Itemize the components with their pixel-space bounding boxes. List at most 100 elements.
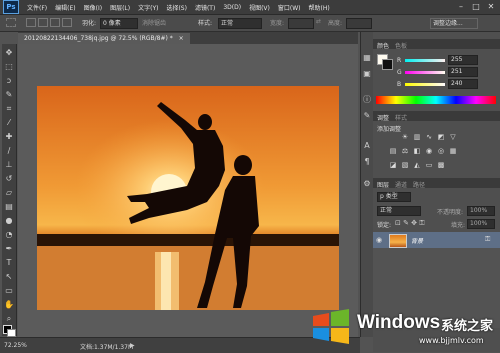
tab-paths[interactable]: 路径 xyxy=(413,180,425,189)
healing-icon[interactable]: ✚ xyxy=(4,132,14,141)
photoshop-logo: Ps xyxy=(3,0,19,14)
paragraph-panel-icon[interactable]: ¶ xyxy=(363,158,371,166)
layer-row-background[interactable]: ◉ 背景 ⚿ xyxy=(373,232,500,248)
properties-panel-icon[interactable]: ▣ xyxy=(363,70,371,78)
new-selection-icon[interactable] xyxy=(26,18,36,27)
watermark-brand: Windows xyxy=(357,312,441,333)
gradient-map-icon[interactable]: ▭ xyxy=(425,162,433,169)
feather-input[interactable]: 0 像素 xyxy=(100,18,138,29)
red-slider[interactable] xyxy=(405,59,445,62)
intersect-selection-icon[interactable] xyxy=(62,18,72,27)
dodge-icon[interactable]: ◔ xyxy=(4,230,14,239)
menu-window[interactable]: 窗口(W) xyxy=(278,3,301,12)
curves-icon[interactable]: ∿ xyxy=(425,134,433,141)
blue-slider[interactable] xyxy=(405,83,445,86)
pen-icon[interactable]: ✒ xyxy=(4,244,14,253)
swap-icon[interactable]: ⇄ xyxy=(316,18,321,25)
tab-adjustments[interactable]: 调整 xyxy=(377,113,389,122)
blue-value[interactable]: 240 xyxy=(448,79,478,89)
exposure-icon[interactable]: ◩ xyxy=(437,134,445,141)
menu-image[interactable]: 图像(I) xyxy=(84,3,102,12)
selective-color-icon[interactable]: ▩ xyxy=(437,162,445,169)
zoom-icon[interactable]: ⌕ xyxy=(4,314,14,323)
eraser-icon[interactable]: ▱ xyxy=(4,188,14,197)
tab-close-icon[interactable]: × xyxy=(179,35,184,42)
menu-edit[interactable]: 编辑(E) xyxy=(55,3,75,12)
menu-view[interactable]: 视图(V) xyxy=(249,3,270,12)
hand-icon[interactable]: ✋ xyxy=(4,300,14,309)
tab-swatches[interactable]: 色板 xyxy=(395,41,407,50)
photo-filter-icon[interactable]: ◉ xyxy=(425,148,433,155)
blur-icon[interactable]: ● xyxy=(4,216,14,225)
marquee-icon[interactable]: ⬚ xyxy=(4,62,14,71)
blend-mode-select[interactable]: 正常 xyxy=(377,206,421,216)
shape-icon[interactable]: ▭ xyxy=(4,286,14,295)
maximize-button[interactable]: □ xyxy=(469,1,483,12)
vibrance-icon[interactable]: ▽ xyxy=(449,134,457,141)
menu-type[interactable]: 文字(Y) xyxy=(138,3,158,12)
color-lookup-icon[interactable]: ▦ xyxy=(449,148,457,155)
red-value[interactable]: 255 xyxy=(448,55,478,65)
refine-edge-button[interactable]: 调整边缘... xyxy=(430,18,478,29)
layer-lock-icon: ⚿ xyxy=(485,235,491,243)
marquee-preset-icon[interactable] xyxy=(6,18,16,27)
channel-mixer-icon[interactable]: ◎ xyxy=(437,148,445,155)
posterize-icon[interactable]: ▧ xyxy=(401,162,409,169)
lock-icon[interactable]: ⊡ ✎ ✥ ⚿ xyxy=(395,219,425,228)
brush-icon[interactable]: ∕ xyxy=(4,146,14,155)
menu-file[interactable]: 文件(F) xyxy=(27,3,47,12)
threshold-icon[interactable]: ◭ xyxy=(413,162,421,169)
menu-layer[interactable]: 图层(L) xyxy=(110,3,130,12)
opacity-input[interactable]: 100% xyxy=(467,206,495,216)
crop-icon[interactable]: ⌗ xyxy=(4,104,14,113)
gradient-icon[interactable]: ▤ xyxy=(4,202,14,211)
text-icon[interactable]: T xyxy=(4,258,14,267)
menu-help[interactable]: 帮助(H) xyxy=(309,3,330,12)
stamp-icon[interactable]: ⊥ xyxy=(4,160,14,169)
green-slider[interactable] xyxy=(405,71,445,74)
black-white-icon[interactable]: ◧ xyxy=(413,148,421,155)
menu-filter[interactable]: 滤镜(T) xyxy=(195,3,215,12)
fill-input[interactable]: 100% xyxy=(467,219,495,229)
background-color-swatch[interactable] xyxy=(7,329,16,337)
tool-presets-icon[interactable]: ⚙ xyxy=(363,180,371,188)
menu-select[interactable]: 选择(S) xyxy=(166,3,187,12)
antialias-checkbox[interactable]: 消除锯齿 xyxy=(142,18,166,27)
brightness-icon[interactable]: ☀ xyxy=(401,134,409,141)
document-image[interactable] xyxy=(37,86,339,310)
tab-styles[interactable]: 样式 xyxy=(395,113,407,122)
tab-color[interactable]: 颜色 xyxy=(377,41,389,50)
info-panel-icon[interactable]: ⓘ xyxy=(363,96,371,104)
minimize-button[interactable]: – xyxy=(454,1,468,12)
layer-filter-select[interactable]: p 类型 xyxy=(377,192,411,202)
style-select[interactable]: 正常 xyxy=(218,18,262,29)
tab-channels[interactable]: 通道 xyxy=(395,180,407,189)
eyedropper-icon[interactable]: ⁄ xyxy=(4,118,14,127)
character-panel-icon[interactable]: A xyxy=(363,142,371,150)
invert-icon[interactable]: ◪ xyxy=(389,162,397,169)
quick-select-icon[interactable]: ✎ xyxy=(4,90,14,99)
move-icon[interactable]: ✥ xyxy=(4,48,14,57)
height-input[interactable] xyxy=(346,18,372,29)
green-value[interactable]: 251 xyxy=(448,67,478,77)
lasso-icon[interactable]: ↄ xyxy=(4,76,14,85)
tab-layers[interactable]: 图层 xyxy=(377,180,389,189)
status-menu-arrow[interactable]: ▶ xyxy=(130,342,135,349)
color-balance-icon[interactable]: ⚖ xyxy=(401,148,409,155)
color-spectrum-bar[interactable] xyxy=(376,96,496,104)
zoom-level[interactable]: 72.25% xyxy=(4,342,27,349)
brush-panel-icon[interactable]: ✎ xyxy=(363,112,371,120)
subtract-selection-icon[interactable] xyxy=(50,18,60,27)
menu-3d[interactable]: 3D(D) xyxy=(223,4,241,11)
width-input[interactable] xyxy=(288,18,314,29)
add-selection-icon[interactable] xyxy=(38,18,48,27)
levels-icon[interactable]: ▥ xyxy=(413,134,421,141)
history-brush-icon[interactable]: ↺ xyxy=(4,174,14,183)
history-panel-icon[interactable]: ▦ xyxy=(363,54,371,62)
hue-icon[interactable]: ▤ xyxy=(389,148,397,155)
eye-icon[interactable]: ◉ xyxy=(376,236,382,244)
path-select-icon[interactable]: ↖ xyxy=(4,272,14,281)
close-button[interactable]: ✕ xyxy=(484,1,498,12)
document-tab[interactable]: 20120822134406_738jq.jpg @ 72.5% (RGB/8#… xyxy=(18,33,190,44)
background-swatch[interactable] xyxy=(382,59,393,70)
